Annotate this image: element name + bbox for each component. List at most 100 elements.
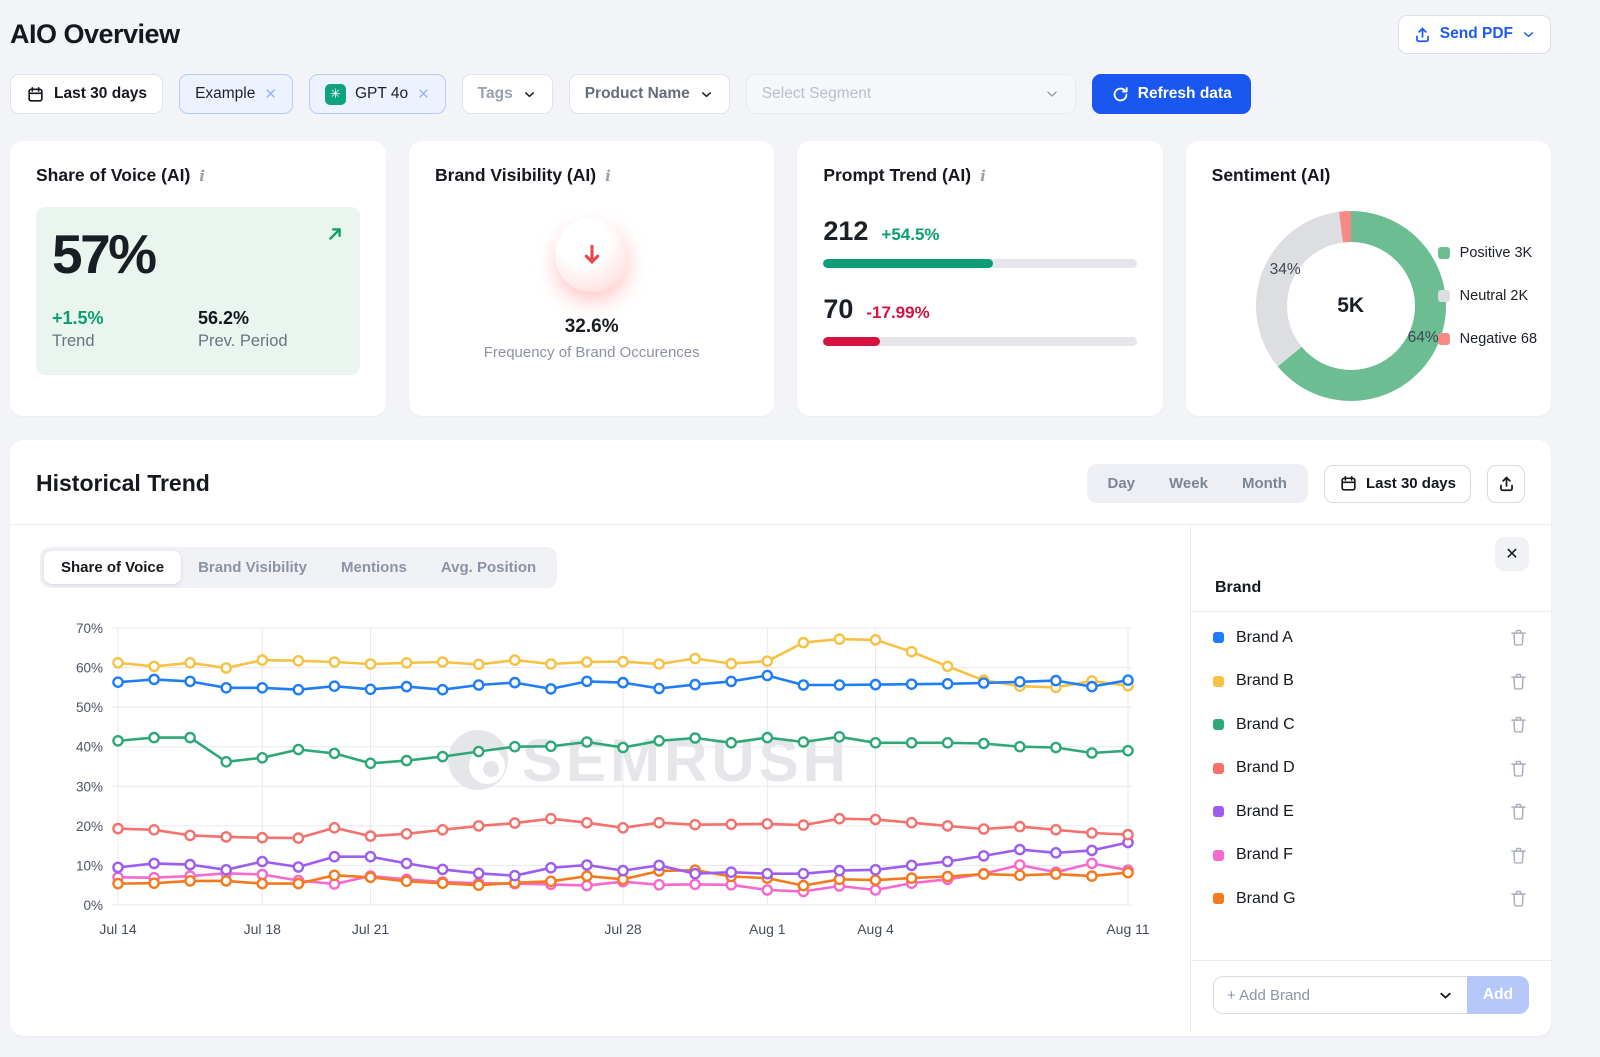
delete-brand-button[interactable] [1508,758,1529,779]
brand-row-brand-e: Brand E [1213,790,1529,834]
date-range-button[interactable]: Last 30 days [10,74,163,114]
card-title: Sentiment (AI) [1212,165,1525,186]
brand-color-swatch [1213,850,1224,861]
add-brand-button[interactable]: Add [1467,976,1529,1014]
progress-fill-down [823,337,879,346]
granularity-month[interactable]: Month [1225,468,1304,499]
granularity-control: Day Week Month [1087,464,1308,503]
donut-center-value: 5K [1256,211,1446,401]
trend-label: Trend [52,332,198,351]
legend-label: Positive 3K [1460,245,1533,261]
remove-chip-icon[interactable]: ✕ [264,85,277,103]
sentiment-title: Sentiment (AI) [1212,165,1331,186]
svg-text:Aug 1: Aug 1 [749,921,786,937]
svg-text:20%: 20% [76,819,103,834]
share-of-voice-tile: 57% +1.5% Trend 56.2% Prev. Period [36,207,360,375]
trash-icon [1508,627,1529,648]
prompt-trend-card: Prompt Trend (AI) i 212 +54.5% 70 -17.99… [797,141,1162,416]
info-icon[interactable]: i [980,167,986,185]
brand-row-brand-d: Brand D [1213,747,1529,791]
brand-row-brand-g: Brand G [1213,877,1529,921]
brand-color-swatch [1213,719,1224,730]
tab-brand-visibility[interactable]: Brand Visibility [181,551,324,584]
sentiment-legend: Positive 3KNeutral 2KNegative 68 [1438,243,1540,372]
prompt-change-down: -17.99% [866,303,929,323]
card-title: Prompt Trend (AI) i [823,165,1136,186]
delete-brand-button[interactable] [1508,627,1529,648]
tab-mentions[interactable]: Mentions [324,551,424,584]
arrow-down-icon [577,240,607,270]
send-pdf-label: Send PDF [1440,25,1513,43]
svg-text:40%: 40% [76,740,103,755]
granularity-day[interactable]: Day [1091,468,1153,499]
legend-label: Negative 68 [1460,331,1537,347]
send-pdf-button[interactable]: Send PDF [1398,15,1551,54]
brand-name-label: Brand A [1236,629,1293,647]
svg-text:Jul 18: Jul 18 [244,921,282,937]
page-title: AIO Overview [10,19,180,50]
historical-trend-card: Historical Trend Day Week Month Last 30 … [10,440,1551,1036]
product-name-dropdown[interactable]: Product Name [569,74,730,114]
prompt-trend-row-down: 70 -17.99% [823,294,1136,346]
metric-tabs: Share of Voice Brand Visibility Mentions… [40,547,557,588]
refresh-data-button[interactable]: Refresh data [1092,74,1251,114]
delete-brand-button[interactable] [1508,714,1529,735]
brand-visibility-value: 32.6% [565,316,619,338]
remove-chip-icon[interactable]: ✕ [417,85,430,103]
brand-panel: ✕ Brand Brand ABrand BBrand CBrand DBran… [1190,525,1551,1032]
legend-item-positive: Positive 3K [1438,243,1540,263]
share-of-voice-value: 57% [52,227,344,282]
historical-body: Share of Voice Brand Visibility Mentions… [10,525,1551,1032]
trash-icon [1508,888,1529,909]
filter-bar: Last 30 days Example ✕ ✳ GPT 4o ✕ Tags P… [10,74,1551,114]
info-icon[interactable]: i [605,167,611,185]
brand-visibility-title: Brand Visibility (AI) [435,165,596,186]
add-brand-row: + Add Brand Add [1213,976,1529,1014]
brand-name-label: Brand B [1236,672,1294,690]
svg-text:Aug 4: Aug 4 [857,921,894,937]
export-icon [1497,474,1516,493]
granularity-week[interactable]: Week [1152,468,1225,499]
chevron-down-icon [699,87,714,102]
progress-fill-up [823,259,992,268]
tab-share-of-voice[interactable]: Share of Voice [44,551,181,584]
historical-date-range-label: Last 30 days [1366,475,1456,492]
filter-chip-model[interactable]: ✳ GPT 4o ✕ [309,74,446,114]
tags-dropdown[interactable]: Tags [462,74,553,114]
trash-icon [1508,801,1529,822]
sentiment-card: Sentiment (AI) 5K 34% 64% Positive 3KNeu… [1186,141,1551,416]
add-brand-select[interactable]: + Add Brand [1213,976,1467,1014]
delete-brand-button[interactable] [1508,845,1529,866]
info-icon[interactable]: i [199,167,205,185]
brand-name-label: Brand E [1236,803,1294,821]
segment-select[interactable]: Select Segment [746,74,1076,114]
historical-date-range-button[interactable]: Last 30 days [1324,465,1471,503]
trend-value: +1.5% [52,308,198,329]
tab-avg-position[interactable]: Avg. Position [424,551,553,584]
svg-text:Jul 14: Jul 14 [99,921,137,937]
trash-icon [1508,758,1529,779]
brand-row-brand-b: Brand B [1213,660,1529,704]
calendar-icon [26,85,45,104]
delete-brand-button[interactable] [1508,801,1529,822]
delete-brand-button[interactable] [1508,888,1529,909]
segment-placeholder: Select Segment [762,85,871,103]
export-button[interactable] [1487,465,1525,503]
brand-color-swatch [1213,676,1224,687]
brand-visibility-subtitle: Frequency of Brand Occurences [484,344,700,361]
brand-panel-header: Brand [1215,579,1529,597]
chip-example-label: Example [195,85,255,103]
close-panel-icon[interactable]: ✕ [1495,537,1529,571]
progress-track [823,259,1136,268]
chevron-down-icon [1437,987,1454,1004]
refresh-label: Refresh data [1138,85,1232,103]
trash-icon [1508,671,1529,692]
historical-trend-title: Historical Trend [36,470,210,497]
progress-track [823,337,1136,346]
delete-brand-button[interactable] [1508,671,1529,692]
prompt-count-up: 212 [823,216,868,247]
legend-item-negative: Negative 68 [1438,329,1540,349]
semrush-watermark: SEMRUSH [448,727,850,794]
chip-model-label: GPT 4o [355,85,408,103]
filter-chip-example[interactable]: Example ✕ [179,74,293,114]
